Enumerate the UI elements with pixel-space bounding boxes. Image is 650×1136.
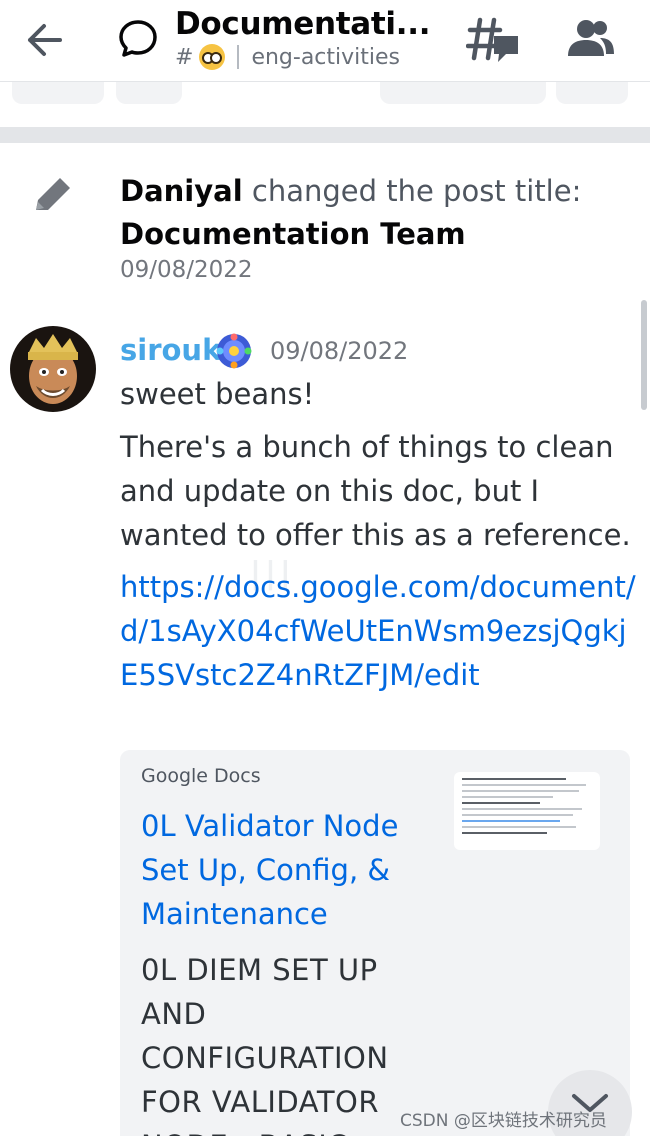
more-button[interactable] <box>556 82 628 104</box>
avatar[interactable] <box>10 326 96 412</box>
link-embed[interactable]: Google Docs 0L Validator Node Set Up, Co… <box>120 750 630 1136</box>
back-button[interactable] <box>20 18 68 62</box>
watermark: CSDN @区块链技术研究员 <box>400 1111 607 1131</box>
add-reaction-button[interactable] <box>116 82 182 104</box>
members-icon[interactable] <box>566 16 616 62</box>
system-message-text: Daniyal changed the post title: <box>120 174 581 208</box>
threads-icon[interactable] <box>466 14 522 66</box>
message-author[interactable]: sirouk <box>120 333 221 367</box>
document-link[interactable]: https://docs.google.com/document/d/1sAyX… <box>120 565 640 697</box>
system-message-date: 09/08/2022 <box>120 257 253 283</box>
channel-header: Documentati... # eng-activities <box>0 0 650 82</box>
message-line: sweet beans! <box>120 377 315 411</box>
new-post-title: Documentation Team <box>120 217 466 251</box>
channel-breadcrumb[interactable]: # eng-activities <box>175 44 400 70</box>
embed-description: 0L DIEM SET UP AND CONFIGURATION FOR VAL… <box>141 953 389 1136</box>
follow-button[interactable] <box>380 82 546 104</box>
channel-name: eng-activities <box>251 44 401 70</box>
breadcrumb-separator <box>237 45 240 69</box>
avatar-image <box>10 326 96 412</box>
system-actor[interactable]: Daniyal <box>120 174 243 208</box>
nerd-face-icon <box>199 44 226 70</box>
channel-hash: # <box>175 44 194 70</box>
message-timestamp: 09/08/2022 <box>270 337 409 365</box>
message-line: There's a bunch of things to clean and u… <box>120 430 631 552</box>
section-divider <box>0 127 650 143</box>
pencil-icon <box>36 178 70 210</box>
embed-thumbnail[interactable] <box>454 772 600 850</box>
embed-provider[interactable]: Google Docs <box>141 765 261 787</box>
system-action: changed the post title: <box>242 174 582 208</box>
embed-title[interactable]: 0L Validator Node Set Up, Config, & Main… <box>141 804 431 936</box>
reaction-button[interactable] <box>12 82 104 104</box>
scrollbar[interactable] <box>641 300 647 410</box>
page-title: Documentati... <box>175 6 431 42</box>
thread-bubble-icon <box>119 20 157 57</box>
back-arrow-icon <box>28 24 62 56</box>
post-actions-bar <box>0 82 650 128</box>
role-badge-icon <box>216 333 252 369</box>
